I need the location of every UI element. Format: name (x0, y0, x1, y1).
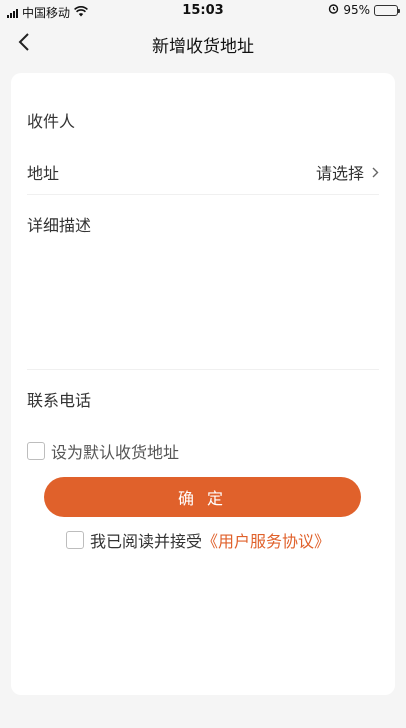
page-title: 新增收货地址 (152, 37, 254, 57)
user-agreement-link[interactable]: 《用户服务协议》 (202, 528, 330, 552)
description-field-label-row: 详细描述 (27, 211, 379, 237)
address-label: 地址 (27, 164, 60, 183)
status-right: 95% (328, 3, 400, 17)
alarm-icon (328, 3, 339, 17)
phone-field[interactable]: 联系电话 (27, 386, 379, 412)
battery-percent: 95% (343, 3, 370, 17)
recipient-field[interactable]: 收件人 (27, 107, 379, 133)
recipient-label: 收件人 (27, 112, 76, 131)
default-address-option[interactable]: 设为默认收货地址 (27, 439, 179, 463)
address-select-value: 请选择 (315, 164, 364, 183)
address-field[interactable]: 地址 请选择 (27, 159, 379, 185)
agreement-prefix: 我已阅读并接受 (90, 532, 203, 551)
divider (27, 369, 379, 370)
phone-label: 联系电话 (27, 391, 92, 410)
divider (27, 194, 379, 195)
battery-icon (374, 4, 400, 16)
default-address-label: 设为默认收货地址 (51, 443, 180, 462)
status-bar: 中国移动 15:03 95% (0, 0, 406, 22)
agreement-checkbox[interactable] (66, 531, 84, 549)
default-address-checkbox[interactable] (27, 442, 45, 460)
description-input[interactable] (27, 241, 379, 365)
nav-bar: 新增收货地址 (0, 22, 406, 62)
agreement-row: 我已阅读并接受 《用户服务协议》 (66, 528, 330, 552)
address-select[interactable]: 请选择 (316, 160, 379, 184)
address-form-card: 收件人 地址 请选择 详细描述 联系电话 设为默认收货地址 确 定 我已阅读并接… (11, 73, 395, 695)
chevron-right-icon (372, 167, 379, 177)
confirm-button[interactable]: 确 定 (44, 477, 361, 517)
description-label: 详细描述 (27, 216, 92, 235)
